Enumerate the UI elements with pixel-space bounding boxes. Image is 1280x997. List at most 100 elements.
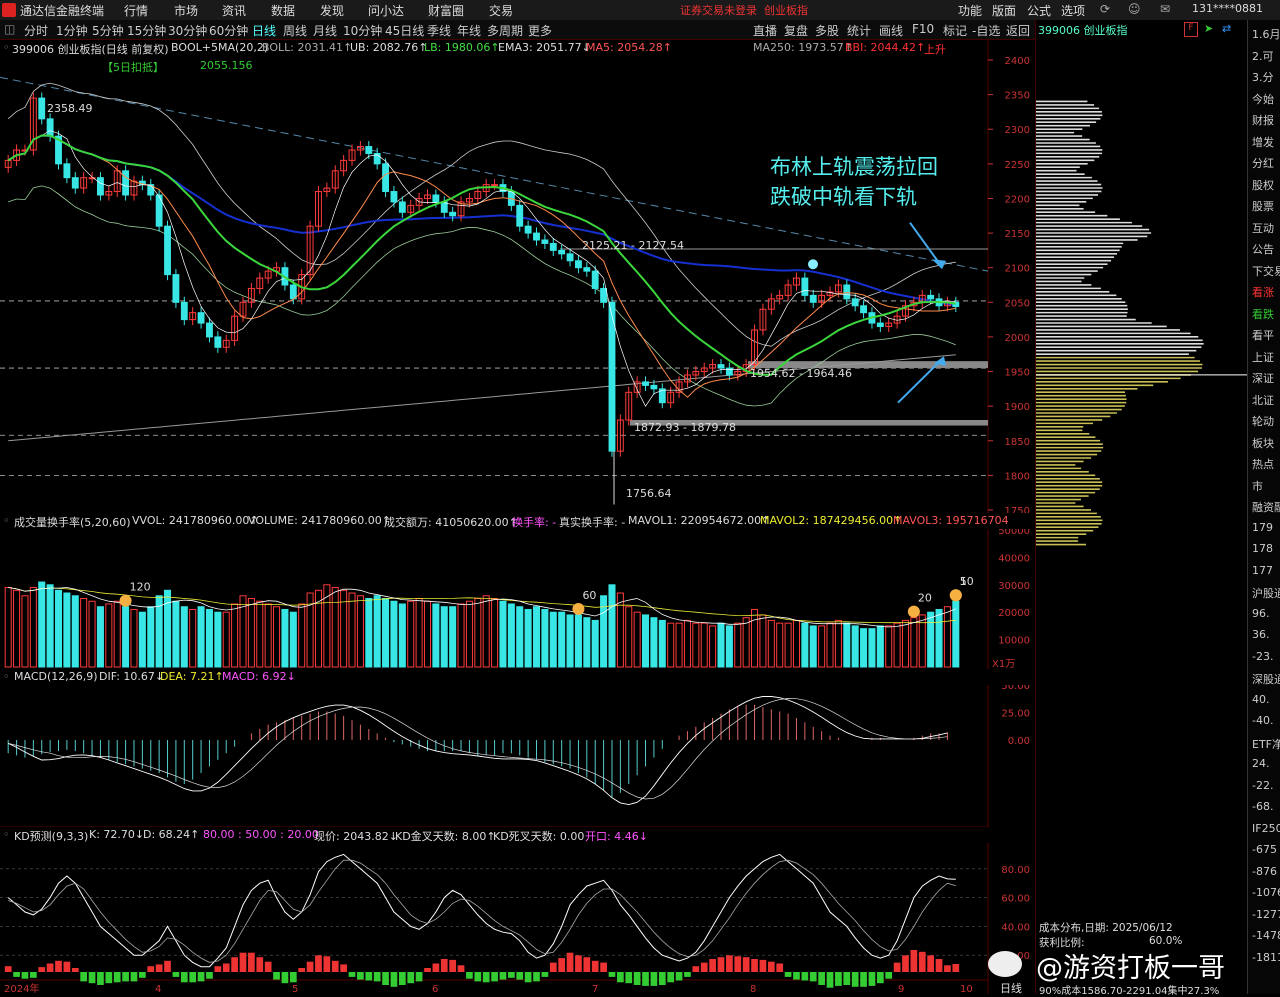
kd-header[interactable]: KD预测(9,3,3) <box>14 828 88 843</box>
period-tab-4[interactable]: 15分钟 <box>127 22 166 39</box>
kd-hist-bar <box>164 960 171 972</box>
volume-bar <box>172 600 180 668</box>
tool-mark[interactable]: 标记 <box>943 22 967 39</box>
menu-item-news[interactable]: 资讯 <box>222 2 246 19</box>
gold-days: KD金叉天数: 8.00↑ <box>395 830 496 843</box>
period-tab-12[interactable]: 季线 <box>427 22 451 39</box>
volume-bar <box>138 611 146 668</box>
period-tab-6[interactable]: 60分钟 <box>209 22 248 39</box>
price-tick-label: 1800 <box>1005 471 1030 482</box>
arrow-head <box>932 259 946 270</box>
mavol2-value: MAVOL2: 187429456.00↑ <box>760 514 903 527</box>
price-tick-label: 2300 <box>1005 125 1030 136</box>
volume-bar <box>591 619 599 668</box>
menu-item-trade[interactable]: 交易 <box>489 2 513 19</box>
volume-bar <box>273 606 281 668</box>
kd-toggle-icon[interactable]: ◦ <box>3 828 10 841</box>
user-icon[interactable]: ☺ <box>1128 2 1141 16</box>
tool-live[interactable]: 直播 <box>753 22 777 39</box>
period-tab-14[interactable]: 多周期 <box>487 22 523 39</box>
kd-hist-bar <box>692 966 700 972</box>
volume-bar <box>532 606 541 668</box>
login-notice[interactable]: 证券交易未登录 <box>680 2 757 18</box>
amount-value: 成交额万: 41050620.00↑ <box>384 516 518 529</box>
menu-item-ask[interactable]: 问小达 <box>368 2 404 19</box>
menu-item-options[interactable]: 选项 <box>1061 2 1085 19</box>
menu-bar: 通达信金融终端 行情 市场 资讯 数据 发现 问小达 财富圈 交易 证券交易未登… <box>0 0 1280 21</box>
tool-draw[interactable]: 画线 <box>879 22 903 39</box>
kd-hist-bar <box>415 972 423 982</box>
refresh-icon[interactable]: ⟳ <box>1100 2 1110 16</box>
period-tab-9[interactable]: 月线 <box>313 22 337 39</box>
period-tab-3[interactable]: 5分钟 <box>92 22 124 39</box>
side-panel-item: 互动 <box>1252 221 1274 235</box>
period-tab-active[interactable]: 日线 <box>252 22 276 39</box>
menu-item-function[interactable]: 功能 <box>958 2 982 19</box>
period-tab-10[interactable]: 10分钟 <box>343 22 382 39</box>
volume-bar <box>583 617 591 668</box>
volume-bar <box>574 614 582 668</box>
kd-hist-bar <box>440 959 448 972</box>
menu-item-data[interactable]: 数据 <box>271 2 295 19</box>
period-tab-11[interactable]: 45日线 <box>385 22 424 39</box>
volume-bar <box>792 619 800 668</box>
side-panel-item: 1.6月 <box>1252 28 1280 41</box>
period-tab-2[interactable]: 1分钟 <box>56 22 88 39</box>
annotation-arrow-down <box>909 222 941 265</box>
volume-bar <box>935 608 943 668</box>
vol-toggle-icon[interactable]: ◦ <box>3 514 10 527</box>
period-tab-8[interactable]: 周线 <box>283 22 307 39</box>
menu-item-discover[interactable]: 发现 <box>320 2 344 19</box>
menu-item-market[interactable]: 市场 <box>174 2 198 19</box>
candle-body <box>206 322 213 338</box>
app-title: 通达信金融终端 <box>20 4 105 18</box>
tool-multi[interactable]: 多股 <box>815 22 839 39</box>
kd-hist-bar <box>214 966 222 972</box>
macd-header[interactable]: MACD(12,26,9) <box>14 670 98 683</box>
kd-hist-bar <box>21 972 29 979</box>
tool-stats[interactable]: 统计 <box>847 22 871 39</box>
volume-bar <box>432 603 440 668</box>
volume-bar <box>4 587 12 668</box>
volume-bar <box>189 608 197 668</box>
menu-item-layout[interactable]: 版面 <box>992 2 1016 19</box>
period-tab-1[interactable]: 分时 <box>24 22 48 39</box>
kd-hist-bar <box>918 951 926 972</box>
macd-tick-label: 25.00 <box>1001 709 1030 720</box>
tool-replay[interactable]: 复盘 <box>784 22 808 39</box>
kd-tick-label: 60.00 <box>1001 894 1030 905</box>
candle-body <box>650 384 658 390</box>
volume-bar <box>650 617 658 668</box>
price-tick-label: 1850 <box>1005 437 1030 448</box>
side-panel-item: 公告 <box>1252 243 1274 256</box>
tool-back[interactable]: 返回 <box>1006 22 1030 39</box>
tool-f10[interactable]: F10 <box>912 22 934 36</box>
period-tab-13[interactable]: 年线 <box>457 22 481 39</box>
vol-header[interactable]: 成交量换手率(5,20,60) <box>14 514 131 529</box>
volume-marker <box>907 605 920 618</box>
volume-bar <box>549 611 557 668</box>
volume-bar <box>734 622 742 668</box>
side-panel-item: 今始 <box>1252 92 1274 106</box>
menu-item-fortune[interactable]: 财富圈 <box>428 2 464 19</box>
period-tab-5[interactable]: 30分钟 <box>168 22 207 39</box>
period-toggle-icon[interactable]: ◫ <box>4 22 15 36</box>
volume-bar <box>709 625 717 668</box>
volume-tick-label: 10000 <box>998 636 1030 647</box>
kd-hist-bar <box>944 965 951 972</box>
mail-icon[interactable]: ✉ <box>1160 2 1170 16</box>
tool-watch[interactable]: -自选 <box>972 22 1000 39</box>
side-panel-item: 板块 <box>1252 436 1274 450</box>
volume-bar <box>499 600 507 668</box>
menu-item-formula[interactable]: 公式 <box>1027 2 1051 19</box>
macd-toggle-icon[interactable]: ◦ <box>3 670 10 683</box>
kd-hist-bar <box>893 962 901 972</box>
kd-hist-bar <box>71 968 79 972</box>
kd-hist-bar <box>742 957 750 972</box>
period-tab-more[interactable]: 更多 <box>528 22 552 39</box>
side-panel-item: -1811 <box>1252 950 1280 964</box>
candle-body <box>289 284 297 300</box>
menu-item-hq[interactable]: 行情 <box>124 2 148 19</box>
date-label: 5 <box>292 984 298 994</box>
volume-bar <box>667 622 675 668</box>
